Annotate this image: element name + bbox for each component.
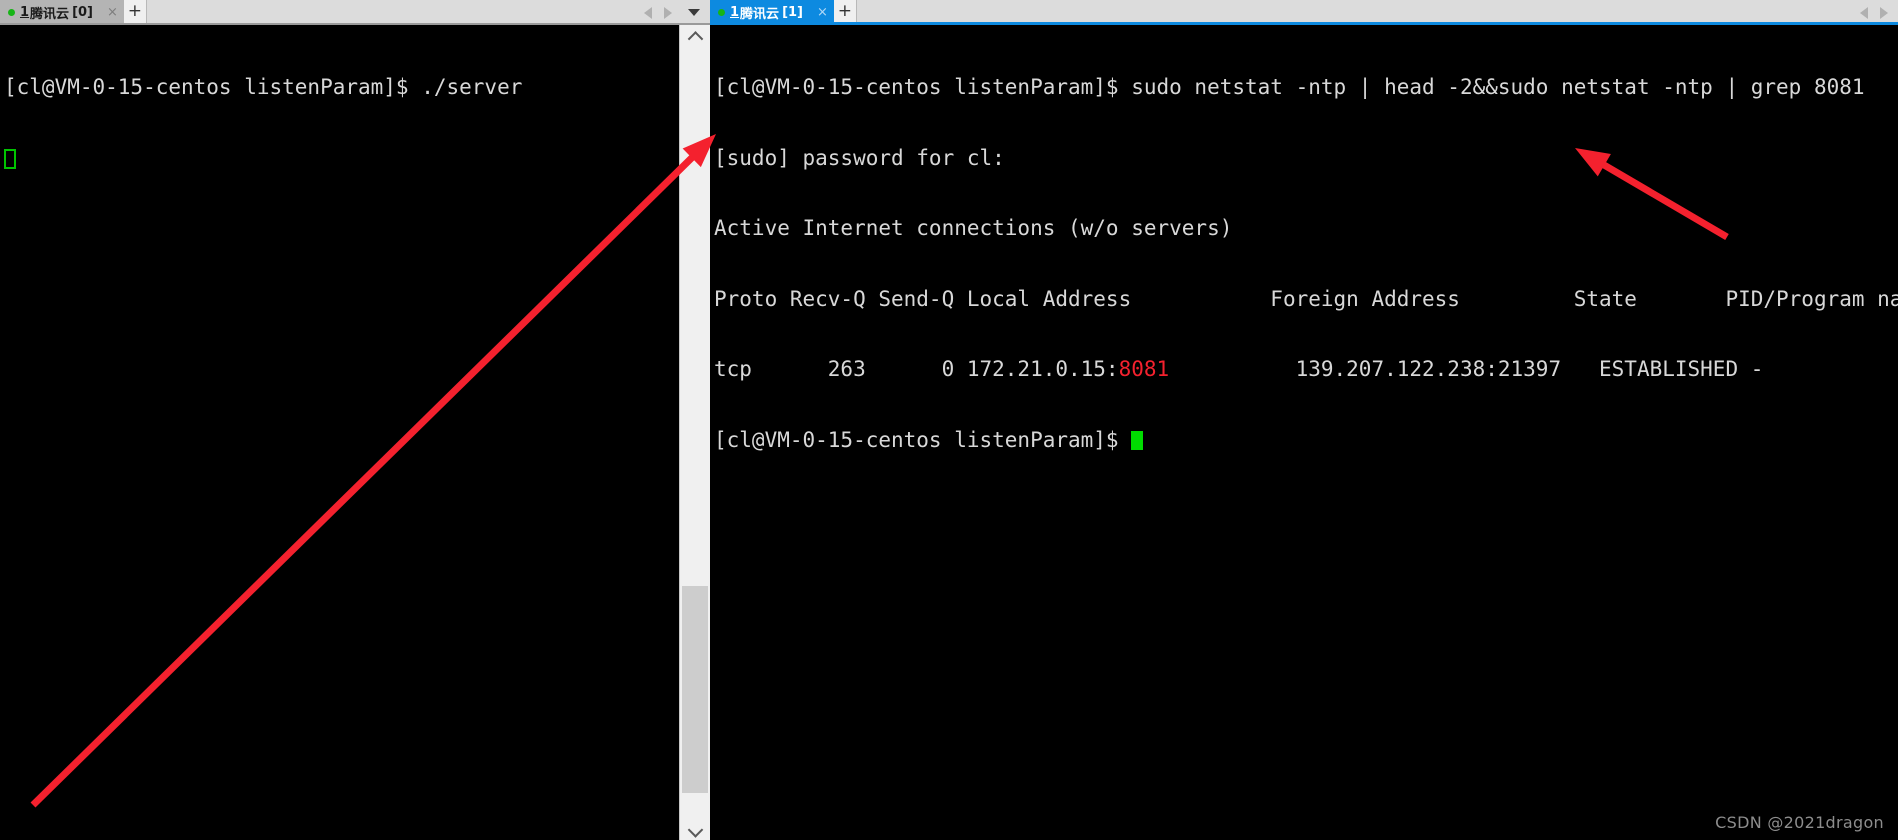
terminal-line-cursor <box>4 147 679 171</box>
right-tab-index: [1] <box>782 5 803 20</box>
right-terminal-output[interactable]: [cl@VM-0-15-centos listenParam]$ sudo ne… <box>710 25 1898 840</box>
terminal-line: Active Internet connections (w/o servers… <box>714 216 1233 240</box>
left-arrow-right-icon[interactable] <box>664 6 672 19</box>
left-tab-nav-controls <box>644 0 710 25</box>
left-tab-bar-spacer <box>147 0 644 25</box>
right-tab-close-icon[interactable]: × <box>817 5 828 20</box>
status-dot-green-icon <box>8 9 15 16</box>
terminal-line: [sudo] password for cl: <box>714 145 1005 170</box>
conn-prefix: tcp 263 0 172.21.0.15: <box>714 357 1119 381</box>
left-terminal-scrollbar[interactable] <box>679 25 710 840</box>
terminal-cursor-hollow <box>4 148 16 169</box>
right-arrow-left-icon[interactable] <box>1860 6 1868 19</box>
left-tab-close-icon[interactable]: × <box>107 5 118 20</box>
scrollbar-thumb[interactable] <box>682 585 708 793</box>
conn-port-highlight: 8081 <box>1118 357 1170 381</box>
left-tab-tencent-cloud-0[interactable]: 1 腾讯云 [0] × <box>0 0 124 25</box>
left-chevron-down-icon[interactable] <box>688 9 700 16</box>
terminal-line: [cl@VM-0-15-centos listenParam]$ sudo ne… <box>714 75 1865 99</box>
watermark-text: CSDN @2021dragon <box>1715 813 1884 832</box>
right-tab-bar: 1 腾讯云 [1] × + <box>710 0 1898 25</box>
right-tab-number: 1 <box>730 5 740 20</box>
terminal-cursor-block <box>1131 430 1144 450</box>
right-tab-name: 腾讯云 <box>740 7 780 22</box>
left-terminal-pane: 1 腾讯云 [0] × + [cl@VM-0-15-centos listenP… <box>0 0 710 840</box>
left-tab-number: 1 <box>20 5 30 20</box>
status-dot-green-icon <box>718 9 725 16</box>
left-tab-bar: 1 腾讯云 [0] × + <box>0 0 710 25</box>
right-arrow-right-icon[interactable] <box>1880 6 1888 19</box>
left-tab-index: [0] <box>72 5 93 20</box>
left-new-tab-button[interactable]: + <box>123 0 147 25</box>
left-arrow-left-icon[interactable] <box>644 6 652 19</box>
terminal-line-prompt: [cl@VM-0-15-centos listenParam]$ <box>714 427 1898 453</box>
chevron-up-icon <box>687 30 703 47</box>
right-terminal-pane: 1 腾讯云 [1] × + [cl@VM-0-15-centos listenP… <box>710 0 1898 840</box>
conn-suffix: 139.207.122.238:21397 ESTABLISHED - <box>1169 357 1764 381</box>
prompt-text: [cl@VM-0-15-centos listenParam]$ <box>714 427 1132 452</box>
application-window: 1 腾讯云 [0] × + [cl@VM-0-15-centos listenP… <box>0 0 1898 840</box>
terminal-line-connection-row: tcp 263 0 172.21.0.15:8081 139.207.122.2… <box>714 357 1898 382</box>
left-terminal-output[interactable]: [cl@VM-0-15-centos listenParam]$ ./serve… <box>0 25 679 840</box>
terminal-line: [cl@VM-0-15-centos listenParam]$ ./serve… <box>4 75 523 99</box>
chevron-down-icon <box>687 821 703 838</box>
scrollbar-down-button[interactable] <box>680 816 710 840</box>
left-tab-name: 腾讯云 <box>30 7 70 22</box>
scrollbar-up-button[interactable] <box>680 25 710 49</box>
terminal-line-column-headers: Proto Recv-Q Send-Q Local Address Foreig… <box>714 286 1898 311</box>
